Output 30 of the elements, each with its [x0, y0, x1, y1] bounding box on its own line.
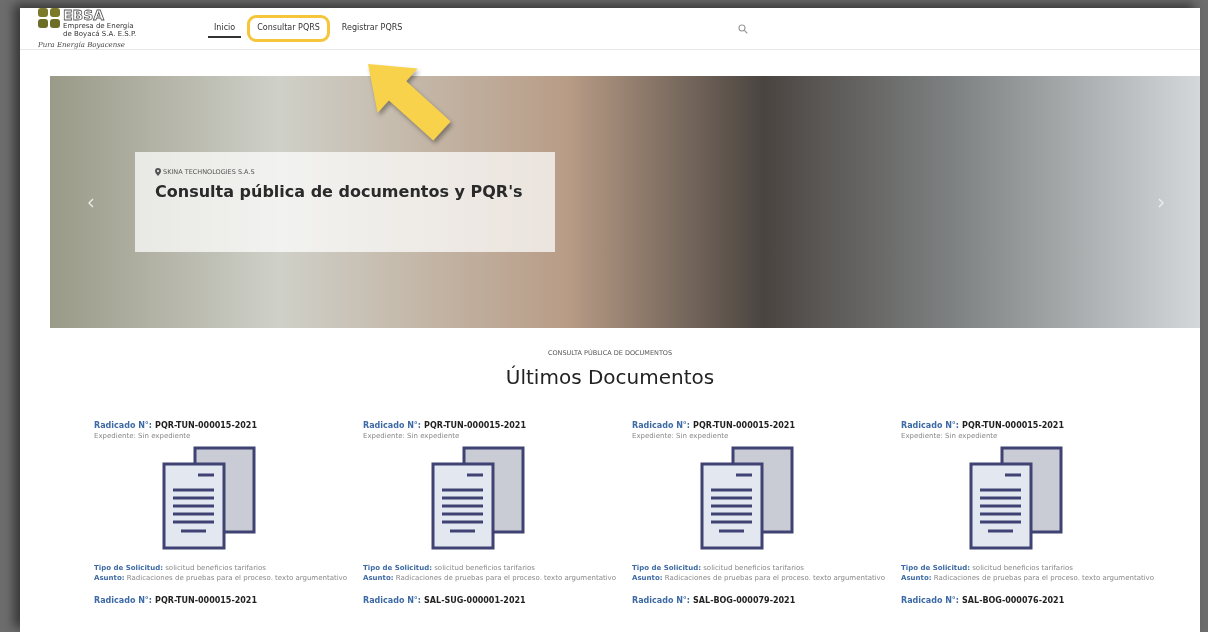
radicado-label: Radicado N°: — [363, 421, 422, 430]
radicado-number[interactable]: SAL-BOG-000079-2021 — [693, 596, 796, 605]
radicado-number[interactable]: PQR-TUN-000015-2021 — [693, 421, 795, 430]
hero-title: Consulta pública de documentos y PQR's — [155, 181, 523, 203]
documents-icon — [162, 446, 256, 550]
documents-icon — [969, 446, 1063, 550]
location-pin-icon — [155, 168, 161, 176]
radicado-label: Radicado N°: — [901, 421, 960, 430]
radicado-label: Radicado N°: — [94, 421, 153, 430]
radicado-number[interactable]: SAL-SUG-000001-2021 — [424, 596, 526, 605]
documents-icon — [431, 446, 525, 550]
radicado-label: Radicado N°: — [363, 596, 422, 605]
chevron-right-icon[interactable] — [1158, 198, 1164, 208]
documents-icon — [700, 446, 794, 550]
radicado-number[interactable]: PQR-TUN-000015-2021 — [155, 421, 257, 430]
radicado-number[interactable]: PQR-TUN-000015-2021 — [962, 421, 1064, 430]
nav-tab[interactable]: Inicio — [208, 19, 242, 38]
nav-tab[interactable]: Registrar PQRS — [335, 19, 409, 38]
logo-name: EBSA — [63, 8, 106, 22]
radicado-label: Radicado N°: — [901, 596, 960, 605]
radicado-label: Radicado N°: — [94, 596, 153, 605]
radicado-number[interactable]: PQR-TUN-000015-2021 — [155, 596, 257, 605]
radicado-number[interactable]: PQR-TUN-000015-2021 — [424, 421, 526, 430]
section-heading: Últimos Documentos — [505, 365, 715, 389]
logo-icon — [38, 8, 60, 28]
chevron-left-icon[interactable] — [88, 198, 94, 208]
radicado-label: Radicado N°: — [632, 421, 691, 430]
radicado-label: Radicado N°: — [632, 596, 691, 605]
search-icon[interactable] — [738, 23, 749, 34]
radicado-number[interactable]: SAL-BOG-000076-2021 — [962, 596, 1065, 605]
